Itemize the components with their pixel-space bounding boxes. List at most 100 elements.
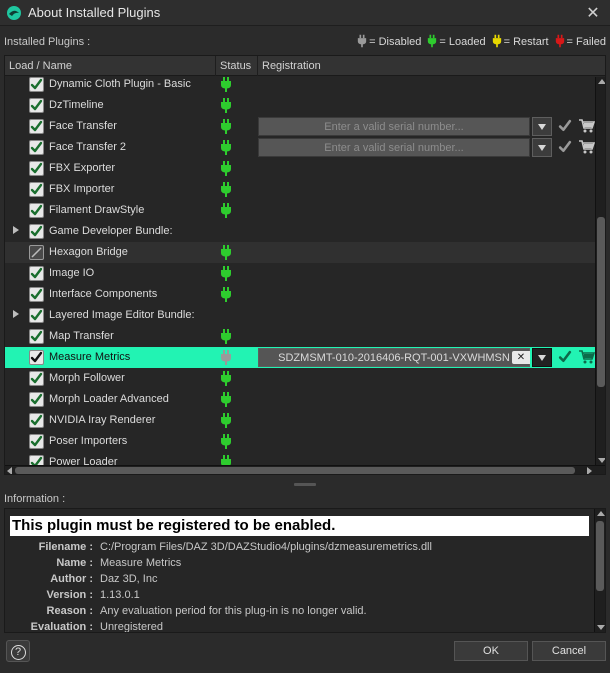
scroll-left-icon[interactable] [7,467,12,474]
table-row[interactable]: Filament DrawStyle [5,200,595,221]
clear-icon[interactable]: ✕ [512,351,530,364]
daz-logo-icon [7,6,21,20]
close-icon[interactable]: ✕ [584,3,602,23]
load-checkbox[interactable] [29,329,44,344]
serial-dropdown-button[interactable] [532,117,552,136]
table-row[interactable]: Layered Image Editor Bundle: [5,305,595,326]
table-row[interactable]: FBX Importer [5,179,595,200]
serial-dropdown-button[interactable] [532,138,552,157]
load-checkbox[interactable] [29,245,44,260]
load-checkbox[interactable] [29,140,44,155]
plug-icon [492,34,504,51]
register-check-icon[interactable] [558,140,572,154]
serial-number-field[interactable]: Enter a valid serial number... [258,138,530,157]
load-checkbox[interactable] [29,287,44,302]
load-checkbox[interactable] [29,77,44,92]
load-checkbox[interactable] [29,350,44,365]
table-row[interactable]: Face Transfer 2 Enter a valid serial numb… [5,137,595,158]
expand-arrow-icon[interactable] [13,310,19,318]
info-value: 1.13.0.1 [100,589,140,601]
plugin-list: Dynamic Cloth Plugin - Basic DzTimeline Fa… [5,77,595,466]
table-row[interactable]: Morph Follower [5,368,595,389]
load-checkbox[interactable] [29,119,44,134]
plug-icon [357,34,369,51]
info-key: Evaluation : [30,621,93,633]
info-row: Filename : C:/Program Files/DAZ 3D/DAZStu… [5,539,595,555]
status-plug-icon [220,119,232,134]
scroll-up-icon[interactable] [598,79,605,84]
table-row[interactable]: Map Transfer [5,326,595,347]
info-key: Author : [50,573,93,585]
table-row[interactable]: Interface Components [5,284,595,305]
plugin-name: Measure Metrics [49,351,131,363]
serial-dropdown-button[interactable] [532,348,552,367]
information-panel: This plugin must be registered to be ena… [4,508,606,633]
legend-item: = Failed [555,34,606,51]
table-row[interactable]: Morph Loader Advanced [5,389,595,410]
load-checkbox[interactable] [29,392,44,407]
load-checkbox[interactable] [29,308,44,323]
info-scroll-thumb[interactable] [596,521,604,591]
panel-splitter[interactable] [0,479,610,489]
load-checkbox[interactable] [29,224,44,239]
load-checkbox[interactable] [29,413,44,428]
table-row[interactable]: Poser Importers [5,431,595,452]
load-checkbox[interactable] [29,182,44,197]
info-scroll-down-icon[interactable] [597,625,605,630]
plugin-name: Filament DrawStyle [49,204,145,216]
load-checkbox[interactable] [29,161,44,176]
register-check-icon[interactable] [558,350,572,364]
table-row[interactable]: Game Developer Bundle: [5,221,595,242]
register-check-icon[interactable] [558,119,572,133]
table-row[interactable]: Power Loader [5,452,595,466]
info-key: Filename : [38,541,93,553]
column-header-status[interactable]: Status [216,56,258,76]
table-row[interactable]: Measure Metrics SDZMSMT-010-2016406-RQT-0… [5,347,595,368]
scroll-right-icon[interactable] [587,467,592,474]
plugin-name: Morph Loader Advanced [49,393,169,405]
info-scroll-up-icon[interactable] [597,511,605,516]
info-vertical-scrollbar[interactable] [594,509,605,632]
info-key: Name : [56,557,93,569]
load-checkbox[interactable] [29,434,44,449]
registration-cell: Enter a valid serial number... [258,138,595,157]
table-row[interactable]: Image IO [5,263,595,284]
ok-button[interactable]: OK [454,641,528,661]
serial-number-field[interactable]: Enter a valid serial number... [258,117,530,136]
table-row[interactable]: Dynamic Cloth Plugin - Basic [5,77,595,95]
column-header-name[interactable]: Load / Name [5,56,216,76]
table-row[interactable]: Hexagon Bridge [5,242,595,263]
table-row[interactable]: NVIDIA Iray Renderer [5,410,595,431]
help-button[interactable]: ? [6,640,30,662]
scroll-thumb[interactable] [597,217,605,387]
registration-cell: Enter a valid serial number... [258,117,595,136]
splitter-grip-icon[interactable] [294,483,316,486]
serial-number-field[interactable]: SDZMSMT-010-2016406-RQT-001-VXWHMSN [258,348,530,367]
plugin-name: Face Transfer [49,120,117,132]
scroll-down-icon[interactable] [598,458,605,463]
cancel-button[interactable]: Cancel [532,641,606,661]
status-plug-icon [220,413,232,428]
table-vertical-scrollbar[interactable] [595,77,605,465]
legend-label: = Restart [503,36,549,48]
status-plug-icon [220,203,232,218]
hscroll-thumb[interactable] [15,467,575,474]
column-header-registration[interactable]: Registration [258,56,605,76]
load-checkbox[interactable] [29,371,44,386]
load-checkbox[interactable] [29,203,44,218]
store-cart-icon[interactable] [578,349,595,365]
info-row: Name : Measure Metrics [5,555,595,571]
status-plug-icon [220,434,232,449]
load-checkbox[interactable] [29,266,44,281]
table-row[interactable]: Face Transfer Enter a valid serial number… [5,116,595,137]
expand-arrow-icon[interactable] [13,226,19,234]
table-row[interactable]: FBX Exporter [5,158,595,179]
load-checkbox[interactable] [29,98,44,113]
table-row[interactable]: DzTimeline [5,95,595,116]
store-cart-icon[interactable] [578,118,595,134]
table-horizontal-scrollbar[interactable] [5,465,605,474]
plugin-name: FBX Importer [49,183,115,195]
store-cart-icon[interactable] [578,139,595,155]
plugin-name: Image IO [49,267,95,279]
legend-label: = Failed [566,36,606,48]
